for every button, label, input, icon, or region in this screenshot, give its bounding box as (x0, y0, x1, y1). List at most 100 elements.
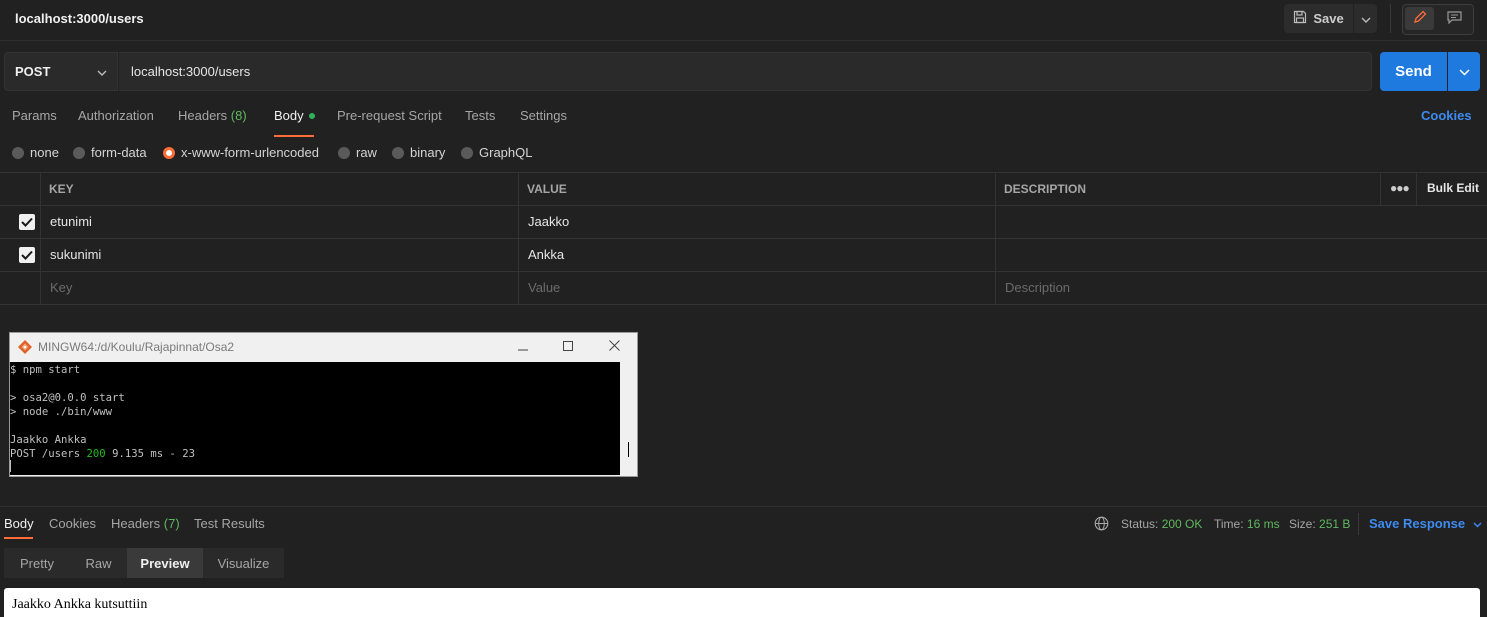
radio-circle (73, 146, 85, 159)
tab-prerequest-script[interactable]: Pre-request Script (337, 108, 442, 123)
row-checkbox[interactable] (19, 247, 35, 263)
new-value-input[interactable]: Value (528, 280, 560, 295)
response-preview-text: Jaakko Ankka kutsuttiin (12, 597, 148, 612)
chevron-down-icon (1361, 11, 1371, 26)
row-key[interactable]: sukunimi (50, 247, 101, 262)
tab-headers[interactable]: Headers (8) (178, 108, 247, 123)
save-button[interactable]: Save (1284, 4, 1353, 33)
terminal-cursor (10, 460, 11, 472)
chevron-down-icon (1458, 64, 1470, 79)
tab-body-label: Body (274, 108, 304, 123)
maximize-button[interactable] (558, 338, 578, 354)
active-tab-indicator (274, 135, 314, 137)
table-column-divider (995, 172, 996, 305)
terminal-title: MINGW64:/d/Koulu/Rajapinnat/Osa2 (38, 340, 235, 354)
row-value[interactable]: Jaakko (528, 214, 569, 229)
terminal-scrollbar[interactable] (620, 362, 636, 475)
close-icon (608, 339, 620, 354)
tab-settings[interactable]: Settings (520, 108, 567, 123)
save-options-button[interactable] (1354, 4, 1377, 33)
radio-none[interactable]: none (12, 145, 59, 160)
radio-circle (392, 146, 404, 159)
terminal-line-prefix: POST /users (10, 448, 87, 460)
edit-mode-button[interactable] (1405, 7, 1434, 30)
size-label: Size: (1289, 517, 1316, 531)
view-pretty-button[interactable]: Pretty (4, 548, 70, 578)
tab-params[interactable]: Params (12, 108, 57, 123)
view-raw-button[interactable]: Raw (70, 548, 127, 578)
terminal-status-code: 200 (86, 448, 106, 460)
chevron-down-icon (1473, 516, 1482, 531)
view-preview-button[interactable]: Preview (127, 548, 203, 578)
close-button[interactable] (604, 338, 624, 354)
row-checkbox[interactable] (19, 214, 35, 230)
tab-headers-label: Headers (178, 108, 228, 123)
row-key[interactable]: etunimi (50, 214, 92, 229)
save-response-button[interactable]: Save Response (1369, 516, 1482, 531)
response-tab-headers-label: Headers (111, 516, 161, 531)
column-header-description: DESCRIPTION (1004, 182, 1087, 196)
minimize-button[interactable] (513, 338, 533, 354)
response-tab-body[interactable]: Body (4, 516, 34, 531)
response-time[interactable]: Time: 16 ms (1214, 517, 1280, 531)
send-button[interactable]: Send (1380, 52, 1447, 91)
radio-raw[interactable]: raw (338, 145, 377, 160)
active-response-tab-indicator (4, 537, 33, 539)
save-response-label: Save Response (1369, 516, 1466, 531)
new-key-input[interactable]: Key (50, 280, 72, 295)
status-label: Status: (1121, 517, 1159, 531)
more-options-icon[interactable]: ●●● (1390, 181, 1410, 195)
table-column-divider (518, 172, 519, 305)
tab-tests[interactable]: Tests (465, 108, 495, 123)
response-tab-cookies[interactable]: Cookies (49, 516, 96, 531)
table-column-divider (1416, 172, 1417, 205)
method-label: POST (15, 64, 51, 79)
radio-label: form-data (91, 145, 147, 160)
radio-label: none (30, 145, 59, 160)
response-tab-headers-count: (7) (163, 516, 180, 531)
request-title[interactable]: localhost:3000/users (15, 11, 144, 26)
radio-x-www-form-urlencoded[interactable]: x-www-form-urlencoded (163, 145, 319, 160)
tab-authorization[interactable]: Authorization (78, 108, 154, 123)
params-table (0, 172, 1487, 306)
save-icon (1293, 10, 1307, 27)
radio-label: GraphQL (479, 145, 533, 160)
body-indicator-dot (308, 112, 315, 119)
table-divider (0, 271, 1487, 272)
url-input[interactable]: localhost:3000/users (119, 52, 1372, 91)
tab-body[interactable]: Body (274, 108, 315, 123)
checkmark-icon (21, 215, 33, 230)
cookies-link[interactable]: Cookies (1421, 108, 1472, 123)
send-options-button[interactable] (1448, 52, 1480, 91)
table-column-divider (1380, 172, 1381, 205)
time-value: 16 ms (1246, 517, 1280, 531)
response-tab-headers[interactable]: Headers (7) (111, 516, 180, 531)
radio-graphql[interactable]: GraphQL (461, 145, 532, 160)
column-header-value: VALUE (527, 182, 567, 196)
terminal-line: > osa2@0.0.0 start (10, 392, 125, 404)
checkmark-icon (21, 248, 33, 263)
radio-label: raw (356, 145, 377, 160)
chevron-down-icon (97, 64, 107, 79)
terminal-line: Jaakko Ankka (10, 434, 87, 446)
radio-binary[interactable]: binary (392, 145, 445, 160)
table-divider (0, 238, 1487, 239)
radio-circle-selected (163, 146, 175, 159)
view-visualize-button[interactable]: Visualize (203, 548, 284, 578)
response-size[interactable]: Size: 251 B (1289, 517, 1350, 531)
save-label: Save (1313, 11, 1344, 26)
maximize-icon (563, 339, 573, 354)
response-tab-test-results[interactable]: Test Results (194, 516, 265, 531)
new-description-input[interactable]: Description (1005, 280, 1070, 295)
size-value: 251 B (1319, 517, 1351, 531)
response-status[interactable]: Status: 200 OK (1121, 517, 1202, 531)
method-select[interactable]: POST (4, 52, 118, 91)
terminal-scrollbar-thumb[interactable] (628, 442, 629, 457)
globe-icon[interactable] (1094, 516, 1109, 534)
table-divider (0, 205, 1487, 206)
comments-button[interactable] (1440, 7, 1469, 30)
radio-form-data[interactable]: form-data (73, 145, 147, 160)
bulk-edit-button[interactable]: Bulk Edit (1427, 181, 1479, 195)
row-value[interactable]: Ankka (528, 247, 564, 262)
terminal-line: $ npm start (10, 364, 81, 376)
